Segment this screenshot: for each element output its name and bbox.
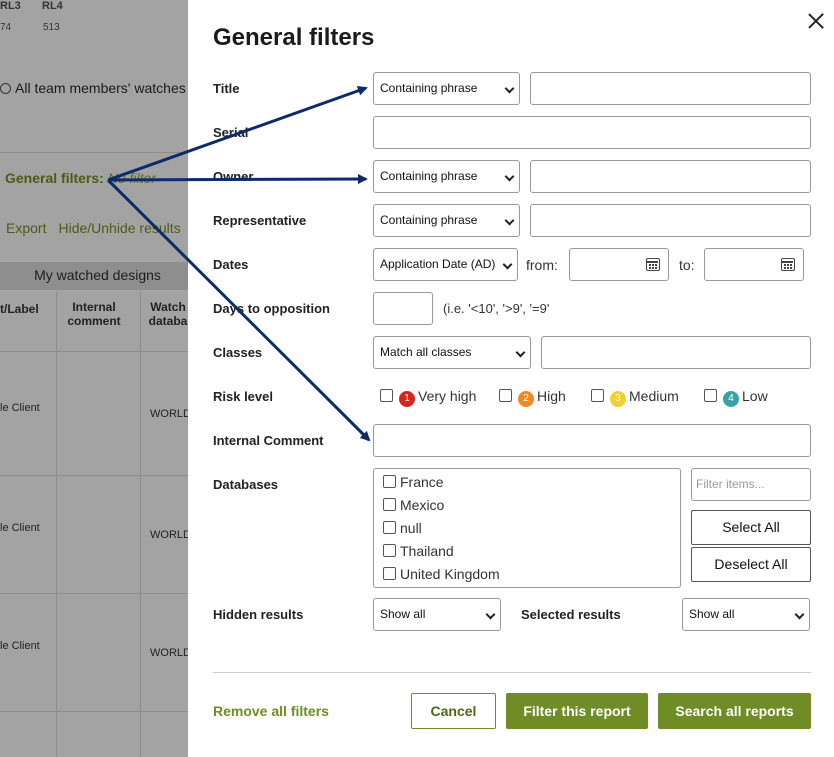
filter-this-report-button[interactable]: Filter this report [506,693,648,729]
chevron-down-icon [794,609,805,620]
days-to-opposition-input[interactable] [373,292,433,325]
risk-level-label: Risk level [213,389,273,404]
rl3-value: 74 [0,22,12,33]
checkbox[interactable] [383,544,396,557]
chevron-down-icon [485,609,496,620]
serial-label: Serial [213,125,249,140]
list-item[interactable]: null [383,519,680,542]
table-cell: WORLD [150,529,191,541]
representative-label: Representative [213,213,307,228]
column-header-watch-database: Watch databa [148,300,188,328]
checkbox[interactable] [380,389,393,402]
hidden-results-select[interactable]: Show all [373,598,501,631]
classes-mode-select[interactable]: Match all classes [373,336,531,369]
chevron-down-icon [502,259,513,270]
to-label: to: [679,257,695,273]
calendar-icon[interactable] [646,258,660,271]
list-item[interactable]: Mexico [383,496,680,519]
days-hint: (i.e. '<10', '>9', '=9' [443,301,550,316]
date-from-input[interactable] [569,248,669,281]
date-to-input[interactable] [704,248,804,281]
selected-results-label: Selected results [521,607,621,622]
table-cell: le Client [0,522,40,534]
watch-scope-radio[interactable]: All team members' watches [0,80,186,96]
risk-option-low[interactable]: 4 Low [704,388,768,407]
checkbox[interactable] [591,389,604,402]
close-icon[interactable] [805,10,827,32]
divider [0,152,190,153]
representative-mode-select[interactable]: Containing phrase [373,204,520,237]
owner-label: Owner [213,169,254,184]
action-links: Export Hide/Unhide results [6,220,193,236]
classes-input[interactable] [541,336,811,369]
databases-list: France Mexico null Thailand United Kingd… [373,468,681,588]
dates-label: Dates [213,257,249,272]
risk-option-high[interactable]: 2 High [499,388,566,407]
serial-input[interactable] [373,116,811,149]
column-header-internal-comment: Internal comment [67,300,121,328]
list-item[interactable]: United Kingdom [383,565,680,588]
internal-comment-label: Internal Comment [213,433,324,448]
checkbox[interactable] [383,567,396,580]
chevron-down-icon [504,215,515,226]
days-to-opposition-label: Days to opposition [213,301,330,316]
checkbox[interactable] [383,521,396,534]
dialog-title: General filters [213,24,375,51]
classes-label: Classes [213,345,263,360]
column-header-label: t/Label [0,302,39,316]
hide-unhide-link[interactable]: Hide/Unhide results [58,220,180,236]
databases-label: Databases [213,477,279,492]
radio-icon [0,83,11,94]
chevron-down-icon [504,83,515,94]
checkbox[interactable] [383,475,396,488]
deselect-all-button[interactable]: Deselect All [691,547,811,582]
owner-input[interactable] [530,160,811,193]
remove-all-filters-link[interactable]: Remove all filters [213,703,329,719]
representative-input[interactable] [530,204,811,237]
title-input[interactable] [530,72,811,105]
risk-badge-1: 1 [399,391,415,407]
chevron-down-icon [504,171,515,182]
risk-option-very-high[interactable]: 1 Very high [380,388,476,407]
owner-mode-select[interactable]: Containing phrase [373,160,520,193]
general-filters-summary[interactable]: General filters: No filter [5,170,156,186]
list-item[interactable]: Thailand [383,542,680,565]
risk-badge-2: 2 [518,391,534,407]
checkbox[interactable] [704,389,717,402]
checkbox[interactable] [383,498,396,511]
hidden-results-label: Hidden results [213,607,304,622]
export-link[interactable]: Export [6,220,46,236]
calendar-icon[interactable] [781,258,795,271]
internal-comment-input[interactable] [373,424,811,457]
chevron-down-icon [515,347,526,358]
general-filters-dialog: General filters Title Containing phrase … [188,0,834,757]
rl4-value: 513 [43,22,60,33]
risk-badge-3: 3 [610,391,626,407]
risk-option-medium[interactable]: 3 Medium [591,388,679,407]
list-item[interactable]: France [383,473,680,496]
table-cell: WORLD [150,647,191,659]
rl3-label: RL3 [0,0,21,12]
title-label: Title [213,81,240,96]
table-cell: le Client [0,402,40,414]
select-all-button[interactable]: Select All [691,510,811,545]
checkbox[interactable] [499,389,512,402]
table-cell: WORLD [150,408,191,420]
rl4-label: RL4 [42,0,63,12]
risk-badge-4: 4 [723,391,739,407]
title-mode-select[interactable]: Containing phrase [373,72,520,105]
search-all-reports-button[interactable]: Search all reports [658,693,811,729]
from-label: from: [526,257,558,273]
cancel-button[interactable]: Cancel [411,693,496,729]
section-title: My watched designs [0,262,190,290]
table-cell: le Client [0,640,40,652]
divider [213,672,811,673]
filter-items-input[interactable]: Filter items... [691,468,811,501]
selected-results-select[interactable]: Show all [682,598,810,631]
date-type-select[interactable]: Application Date (AD) [373,248,518,281]
